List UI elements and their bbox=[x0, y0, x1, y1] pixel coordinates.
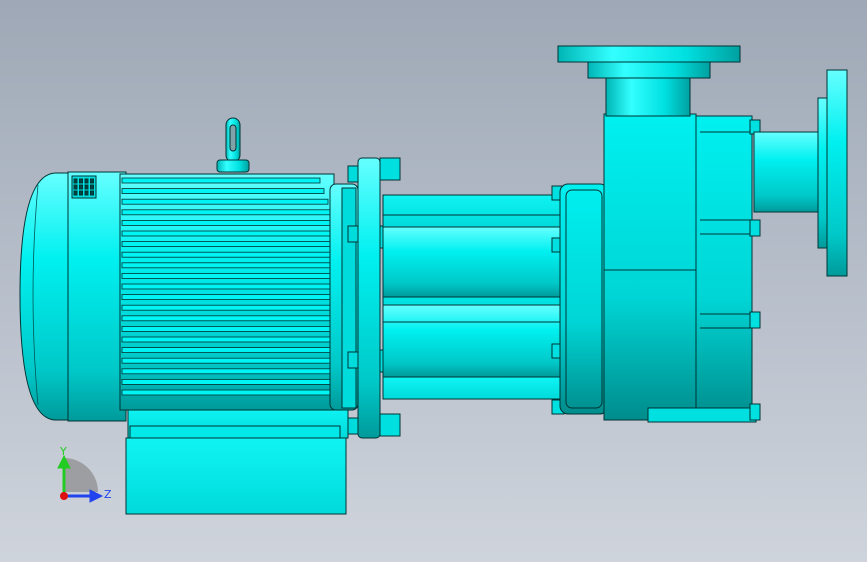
nameplate-dot bbox=[79, 184, 83, 190]
cooling-fin bbox=[121, 219, 333, 226]
nameplate-dot bbox=[84, 178, 89, 184]
nameplate-dot bbox=[79, 178, 83, 184]
cooling-fin bbox=[121, 283, 333, 290]
motor-body[interactable] bbox=[67, 171, 335, 422]
y-axis-label: Y bbox=[59, 445, 67, 458]
cooling-fin bbox=[121, 294, 333, 301]
cooling-fin bbox=[121, 347, 333, 354]
triad-quadrant bbox=[64, 458, 98, 492]
pump-back-cover[interactable] bbox=[559, 183, 609, 415]
motor-base[interactable] bbox=[125, 407, 349, 515]
pump-assembly-model[interactable]: Y Z bbox=[0, 0, 867, 562]
nameplate-dot bbox=[90, 178, 94, 184]
pump-casing[interactable] bbox=[603, 113, 761, 423]
nameplate-dot bbox=[84, 184, 89, 190]
cooling-fin bbox=[121, 251, 333, 258]
cooling-fin bbox=[121, 262, 333, 269]
cooling-fin bbox=[121, 304, 333, 311]
suction-nozzle[interactable] bbox=[753, 69, 848, 277]
cooling-fin bbox=[121, 230, 333, 237]
cooling-fin bbox=[121, 272, 333, 279]
cooling-fin bbox=[121, 315, 333, 322]
motor-flange[interactable] bbox=[329, 183, 359, 411]
cooling-fin bbox=[121, 378, 333, 385]
nameplate-dot bbox=[73, 190, 78, 196]
cooling-fin bbox=[121, 368, 333, 375]
nameplate-dot bbox=[73, 184, 78, 190]
cooling-fin bbox=[121, 177, 321, 184]
cooling-fin bbox=[121, 241, 333, 248]
cooling-fins bbox=[121, 177, 333, 396]
cooling-fin bbox=[121, 209, 333, 216]
cooling-fin bbox=[121, 389, 333, 396]
nameplate-dot bbox=[84, 190, 89, 196]
cooling-fin bbox=[121, 198, 329, 205]
z-axis-label: Z bbox=[104, 488, 112, 501]
cad-viewport[interactable]: Y Z bbox=[0, 0, 867, 562]
nameplate-dot bbox=[90, 190, 94, 196]
cooling-fin bbox=[121, 325, 333, 332]
bearing-bracket[interactable] bbox=[382, 185, 565, 415]
cooling-fin bbox=[121, 336, 333, 343]
motor-end-cap[interactable] bbox=[19, 172, 71, 421]
nameplate-dot bbox=[73, 178, 78, 184]
cooling-fin bbox=[121, 357, 333, 364]
nameplate-dot bbox=[79, 190, 83, 196]
axis-triad: Y Z bbox=[57, 445, 112, 503]
lifting-eye-bolt[interactable] bbox=[216, 117, 250, 173]
cooling-fin bbox=[121, 188, 325, 195]
discharge-nozzle[interactable] bbox=[557, 45, 741, 117]
nameplate-dot bbox=[90, 184, 94, 190]
origin-dot bbox=[60, 492, 68, 500]
